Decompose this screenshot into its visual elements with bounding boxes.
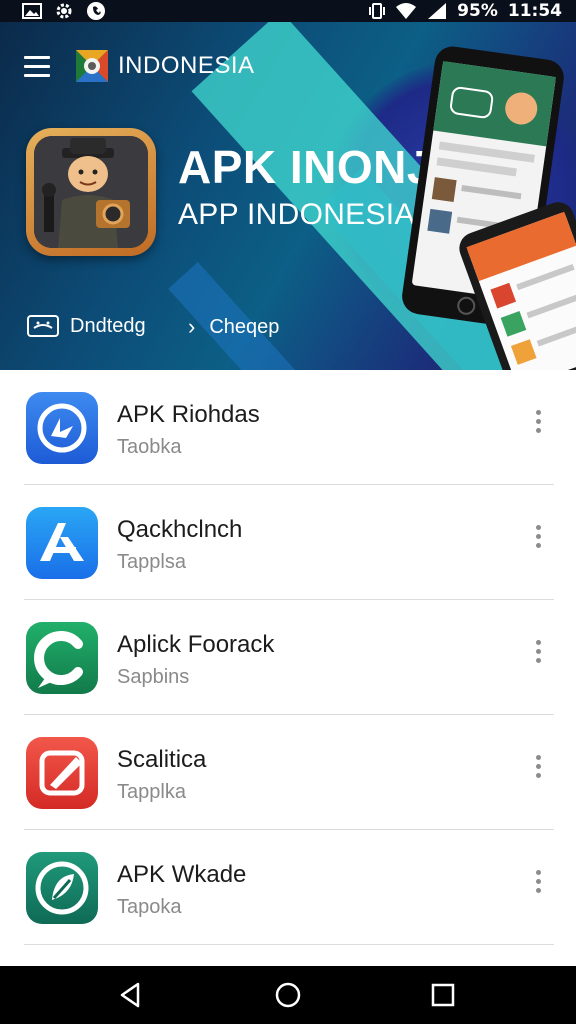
- brand-logo-icon: [76, 50, 108, 82]
- green-c-icon: [26, 622, 98, 694]
- hero-subtitle: APP INDONESIA: [178, 198, 415, 231]
- hamburger-menu-icon[interactable]: [24, 56, 50, 78]
- check-label: Cheqep: [209, 315, 280, 338]
- status-icons-left: [22, 0, 106, 22]
- red-pencil-icon: [26, 737, 98, 809]
- settings-notification-icon: [56, 3, 72, 19]
- hero-banner: INDONESIA APK INONJA APP INDONESIA Dndte…: [0, 22, 576, 370]
- app-subtitle: Tapplka: [117, 781, 186, 803]
- phones-illustration: [402, 46, 576, 370]
- blue-arrow-icon: [26, 392, 98, 464]
- list-item[interactable]: Qackhclnch Tapplsa: [0, 485, 576, 600]
- system-navigation-bar: [0, 966, 576, 1024]
- chevron-right-icon: ›: [188, 314, 196, 339]
- app-name: APK Wkade: [117, 861, 247, 888]
- more-options-icon[interactable]: [524, 523, 552, 555]
- image-notification-icon: [22, 3, 42, 19]
- recents-icon[interactable]: [428, 980, 458, 1010]
- download-label: Dndtedg: [70, 314, 146, 337]
- divider: [24, 944, 554, 945]
- app-subtitle: Taobka: [117, 436, 182, 458]
- download-tray-icon: [27, 315, 59, 337]
- app-name: Scalitica: [117, 746, 207, 773]
- download-button[interactable]: Dndtedg: [26, 314, 146, 338]
- more-options-icon[interactable]: [524, 753, 552, 785]
- check-button[interactable]: › Cheqep: [188, 314, 279, 340]
- app-subtitle: Sapbins: [117, 666, 190, 688]
- hero-app-icon[interactable]: [26, 128, 156, 256]
- clock: 11:54: [507, 1, 562, 21]
- app-subtitle: Tapplsa: [117, 551, 186, 573]
- home-icon[interactable]: [273, 980, 303, 1010]
- signal-icon: [428, 3, 447, 19]
- list-item[interactable]: Aplick Foorack Sapbins: [0, 600, 576, 715]
- photographer-character-icon: [34, 136, 148, 248]
- list-item[interactable]: APK Riohdas Taobka: [0, 370, 576, 485]
- vibrate-icon: [369, 3, 386, 19]
- app-name: Qackhclnch: [117, 516, 243, 543]
- back-icon[interactable]: [116, 980, 146, 1010]
- app-name: APK Riohdas: [117, 401, 260, 428]
- app-store-a-icon: [26, 507, 98, 579]
- app-list: APK Riohdas Taobka Qackhclnch Tapplsa Ap…: [0, 370, 576, 966]
- teal-leaf-icon: [26, 852, 98, 924]
- more-options-icon[interactable]: [524, 408, 552, 440]
- brand-name: INDONESIA: [118, 52, 255, 79]
- more-options-icon[interactable]: [524, 638, 552, 670]
- app-subtitle: Tapoka: [117, 896, 182, 918]
- whatsapp-notification-icon: [87, 2, 105, 20]
- app-name: Aplick Foorack: [117, 631, 275, 658]
- list-item[interactable]: Scalitica Tapplka: [0, 715, 576, 830]
- list-item[interactable]: APK Wkade Tapoka: [0, 830, 576, 945]
- battery-percentage: 95%: [457, 1, 498, 21]
- more-options-icon[interactable]: [524, 868, 552, 900]
- status-bar: 95% 11:54: [0, 0, 576, 22]
- wifi-icon: [396, 3, 417, 19]
- status-icons-right: 95% 11:54: [369, 0, 562, 22]
